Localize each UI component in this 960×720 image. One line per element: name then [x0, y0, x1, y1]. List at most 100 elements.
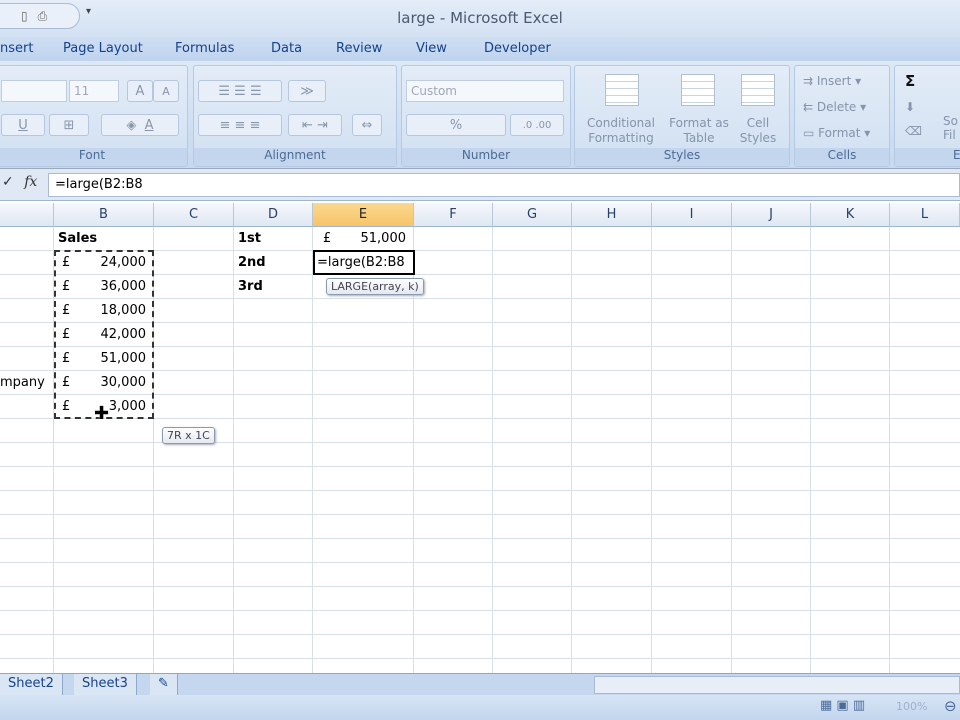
row-gridline: [0, 538, 960, 539]
tab-data[interactable]: Data: [271, 41, 302, 56]
clear-icon[interactable]: ⌫: [905, 124, 922, 138]
formula-input[interactable]: =large(B2:B8: [48, 173, 960, 197]
merge-center-icon[interactable]: ⇔: [352, 114, 382, 136]
insert-button[interactable]: ⇉ Insert ▾: [803, 74, 861, 88]
fill-color-icon[interactable]: ◈ A: [101, 114, 179, 136]
column-gridline: [810, 227, 811, 673]
column-header-b[interactable]: B: [54, 203, 154, 227]
alignment-group-label: Alignment: [194, 148, 396, 166]
shrink-font-button[interactable]: A: [153, 80, 179, 102]
number-group: Custom % .0 .00 Number: [401, 65, 571, 167]
styles-group-label: Styles: [575, 148, 789, 166]
alignment-group: ☰ ☰ ☰ ≫ ≡ ≡ ≡ ⇤ ⇥ ⇔ Alignment: [193, 65, 397, 167]
conditional-formatting-icon: [605, 74, 639, 106]
column-header-c[interactable]: C: [154, 203, 234, 227]
cell-e1-currency[interactable]: £: [323, 227, 331, 251]
column-header-d[interactable]: D: [234, 203, 313, 227]
column-gridline: [571, 227, 572, 673]
tab-review[interactable]: Review: [336, 41, 382, 56]
view-buttons[interactable]: ▦ ▣ ▥: [820, 698, 865, 713]
borders-icon[interactable]: ⊞: [49, 114, 89, 136]
autosum-button[interactable]: Σ: [905, 72, 915, 90]
underline-button[interactable]: U: [1, 114, 45, 136]
column-header-e[interactable]: E: [313, 203, 414, 227]
column-header-f[interactable]: F: [414, 203, 493, 227]
orientation-icon[interactable]: ≫: [288, 80, 326, 102]
row-gridline: [0, 490, 960, 491]
cell-d2[interactable]: 2nd: [238, 251, 266, 275]
conditional-formatting-button[interactable]: Conditional Formatting: [579, 116, 663, 146]
status-bar: ▦ ▣ ▥ 100% ⊖: [0, 695, 960, 720]
number-group-label: Number: [402, 148, 570, 166]
indent-icons[interactable]: ⇤ ⇥: [288, 114, 342, 136]
cell-d1[interactable]: 1st: [238, 227, 261, 251]
format-button[interactable]: ▭ Format ▾: [803, 126, 870, 140]
column-header-i[interactable]: I: [652, 203, 732, 227]
cell-a7[interactable]: mpany: [0, 371, 45, 395]
delete-button[interactable]: ⇇ Delete ▾: [803, 100, 866, 114]
cell-e1-value[interactable]: 51,000: [340, 227, 407, 251]
enter-check-icon[interactable]: ✓: [2, 174, 14, 190]
row-gridline: [0, 634, 960, 635]
percent-button[interactable]: %: [406, 114, 506, 136]
format-table-icon: [681, 74, 715, 106]
zoom-out-icon[interactable]: ⊖: [944, 697, 957, 715]
cell-d3[interactable]: 3rd: [238, 275, 263, 299]
number-format-dropdown[interactable]: Custom: [406, 80, 564, 102]
font-group: 11 A A U ⊞ ◈ A Font: [0, 65, 188, 167]
insert-function-icon[interactable]: fx: [24, 174, 37, 190]
tab-view[interactable]: View: [416, 41, 447, 56]
window-title: large - Microsoft Excel: [397, 9, 563, 27]
grow-font-button[interactable]: A: [127, 80, 153, 102]
font-size-dropdown[interactable]: 11: [69, 80, 119, 102]
column-header-j[interactable]: J: [732, 203, 811, 227]
tab-developer[interactable]: Developer: [484, 41, 551, 56]
styles-group: Conditional Formatting Format as Table C…: [574, 65, 790, 167]
row-gridline: [0, 514, 960, 515]
cell-b1[interactable]: Sales: [58, 227, 97, 251]
column-gridline: [233, 227, 234, 673]
horizontal-align-icons[interactable]: ≡ ≡ ≡: [198, 114, 282, 136]
tab-page-layout[interactable]: Page Layout: [63, 41, 143, 56]
formula-bar-buttons: ✓ fx: [0, 174, 48, 196]
ribbon: 11 A A U ⊞ ◈ A Font ☰ ☰ ☰ ≫ ≡ ≡ ≡ ⇤ ⇥ ⇔ …: [0, 61, 960, 169]
function-tooltip[interactable]: LARGE(array, k): [326, 278, 424, 295]
horizontal-scrollbar[interactable]: [594, 676, 960, 694]
cell-styles-icon: [741, 74, 775, 106]
font-color-button[interactable]: A: [145, 118, 154, 133]
column-gridline: [889, 227, 890, 673]
sheet-tab-sheet2[interactable]: Sheet2: [0, 674, 63, 695]
row-gridline: [0, 442, 960, 443]
fill-icon[interactable]: ⬇: [905, 100, 915, 114]
insert-sheet-icon[interactable]: ✎: [150, 674, 178, 695]
font-group-label: Font: [0, 148, 187, 166]
active-cell-e2[interactable]: =large(B2:B8: [313, 250, 415, 275]
formula-bar: ✓ fx =large(B2:B8: [0, 169, 960, 201]
vertical-align-icons[interactable]: ☰ ☰ ☰: [198, 80, 282, 102]
format-as-table-button[interactable]: Format as Table: [667, 116, 731, 146]
font-name-dropdown[interactable]: [1, 80, 67, 102]
column-header-h[interactable]: H: [572, 203, 652, 227]
column-header-g[interactable]: G: [493, 203, 572, 227]
range-size-tooltip: 7R x 1C: [162, 427, 215, 444]
column-gridline: [312, 227, 313, 673]
copy-range-marquee: [54, 250, 154, 419]
ribbon-tabs: nsert Page Layout Formulas Data Review V…: [0, 37, 960, 61]
cells-group-label: Cells: [795, 148, 889, 166]
tab-formulas[interactable]: Formulas: [175, 41, 234, 56]
sheet-tab-bar: Sheet2 Sheet3 ✎: [0, 673, 960, 695]
cells-group: ⇉ Insert ▾ ⇇ Delete ▾ ▭ Format ▾ Cells: [794, 65, 890, 167]
row-gridline: [0, 466, 960, 467]
row-gridline: [0, 586, 960, 587]
column-header-a[interactable]: [0, 203, 54, 227]
cell-cursor-icon: ✚: [94, 403, 110, 424]
decimal-icons[interactable]: .0 .00: [510, 114, 564, 136]
spreadsheet-grid[interactable]: B C D E F G H I J K L mpany Sales £24,00…: [0, 203, 960, 673]
cell-styles-button[interactable]: Cell Styles: [733, 116, 783, 146]
title-bar: ▯ ⎙ ▾ large - Microsoft Excel: [0, 0, 960, 37]
sheet-tab-sheet3[interactable]: Sheet3: [74, 674, 137, 695]
sort-filter-button[interactable]: So Fil: [943, 114, 960, 142]
tab-insert[interactable]: nsert: [0, 41, 33, 56]
column-header-l[interactable]: L: [890, 203, 960, 227]
column-header-k[interactable]: K: [811, 203, 890, 227]
